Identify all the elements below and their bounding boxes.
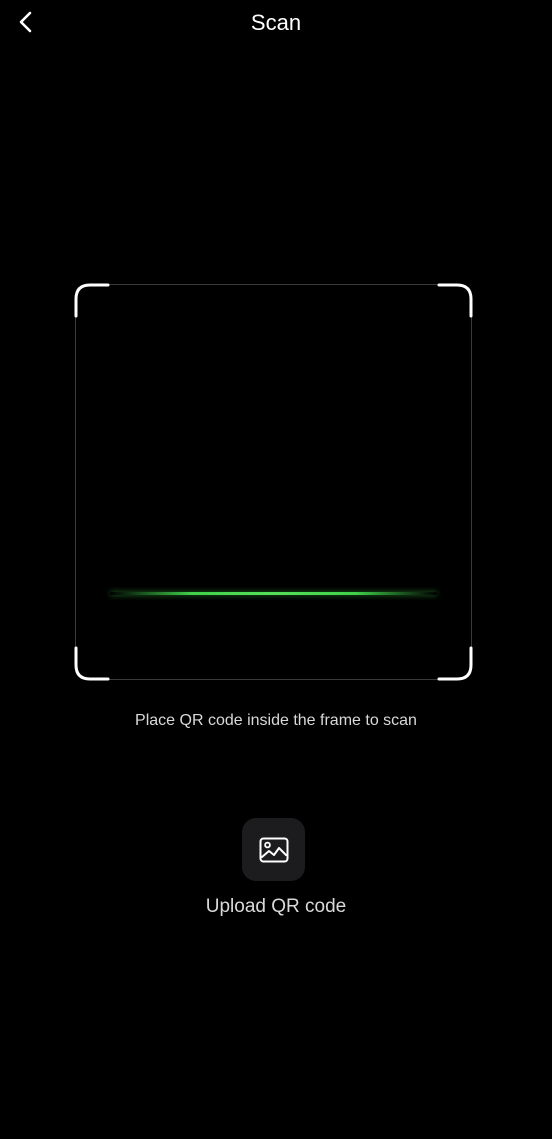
scan-frame-border (74, 283, 473, 681)
scan-line (110, 592, 437, 595)
header: Scan (0, 0, 552, 46)
image-icon (259, 837, 288, 862)
page-title: Scan (250, 10, 302, 35)
upload-qr-label[interactable]: Upload QR code (0, 895, 552, 919)
scan-frame (74, 283, 473, 681)
upload-qr-button[interactable] (242, 818, 305, 881)
scan-hint: Place QR code inside the frame to scan (135, 712, 417, 729)
